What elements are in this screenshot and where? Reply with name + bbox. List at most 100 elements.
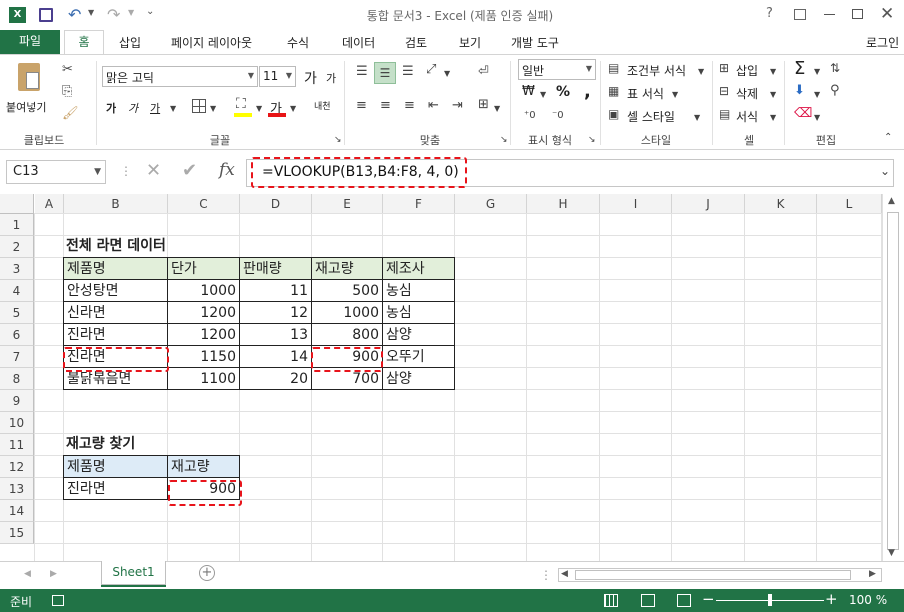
insert-cells-icon[interactable]: ⊞ <box>719 61 729 75</box>
decrease-indent-icon[interactable]: ⇤ <box>428 99 439 113</box>
conditional-format-icon[interactable]: ▤ <box>608 61 619 75</box>
add-sheet-icon[interactable]: + <box>199 565 215 581</box>
table-format-icon[interactable]: ▦ <box>608 84 619 98</box>
table1-cell[interactable]: 1000 <box>311 301 383 324</box>
orientation-dropdown-icon[interactable]: ▼ <box>444 67 450 81</box>
cell-styles-icon[interactable]: ▣ <box>608 107 619 121</box>
align-left-icon[interactable]: ≡ <box>356 99 367 113</box>
cond-dropdown-icon[interactable]: ▼ <box>698 65 704 79</box>
enter-icon[interactable]: ✔ <box>182 160 197 181</box>
table1-cell[interactable]: 11 <box>239 279 312 302</box>
underline-dropdown-icon[interactable]: ▼ <box>170 102 176 116</box>
paste-button[interactable]: 붙여넣기 <box>6 61 50 121</box>
align-center-icon[interactable]: ≡ <box>380 99 391 113</box>
alignment-dialog-launcher-icon[interactable]: ↘ <box>500 133 508 147</box>
italic-button[interactable]: 가 <box>128 100 138 116</box>
fill-icon[interactable]: ⬇ <box>794 84 805 98</box>
table1-cell[interactable]: 13 <box>239 323 312 346</box>
zoom-level[interactable]: 100 % <box>849 593 887 607</box>
table-dropdown-icon[interactable]: ▼ <box>672 88 678 102</box>
fill-color-icon[interactable]: ⛶ <box>236 97 246 111</box>
table1-cell[interactable]: 진라면 <box>63 323 168 346</box>
h-scroll-thumb[interactable] <box>575 570 851 580</box>
expand-formula-icon[interactable]: ⌄ <box>880 164 890 178</box>
currency-button[interactable]: ₩ <box>522 84 535 99</box>
sheet-tab-sheet1[interactable]: Sheet1 <box>101 561 166 585</box>
close-button[interactable]: ✕ <box>880 4 894 24</box>
tab-file[interactable]: 파일 <box>0 30 60 54</box>
scroll-down-icon[interactable]: ▼ <box>888 548 895 558</box>
table1-cell[interactable]: 800 <box>311 323 383 346</box>
bold-button[interactable]: 가 <box>106 100 116 116</box>
table2-header-cell[interactable]: 재고량 <box>167 455 240 478</box>
redo-icon[interactable]: ↷ <box>107 5 120 24</box>
wrap-text-icon[interactable]: ⏎ <box>478 65 489 79</box>
align-middle-icon[interactable]: ☰ <box>374 62 396 84</box>
table1-header-cell[interactable]: 재고량 <box>311 257 383 280</box>
table1-cell[interactable]: 농심 <box>382 279 455 302</box>
format-as-table-button[interactable]: 표 서식 <box>627 85 664 102</box>
decrease-decimal-icon[interactable]: ⁻0 <box>552 109 564 123</box>
undo-dropdown-icon[interactable]: ▼ <box>88 8 94 17</box>
increase-indent-icon[interactable]: ⇥ <box>452 99 463 113</box>
zoom-out-button[interactable]: − <box>702 590 715 608</box>
horizontal-scrollbar[interactable]: ◀ ▶ <box>558 568 882 582</box>
undo-icon[interactable]: ↶ <box>68 5 81 24</box>
table1-header-cell[interactable]: 제조사 <box>382 257 455 280</box>
currency-dropdown-icon[interactable]: ▼ <box>540 88 546 102</box>
help-button[interactable]: ? <box>766 6 773 21</box>
phonetic-button[interactable]: 내천 <box>314 99 331 112</box>
table1-title[interactable]: 전체 라면 데이터 <box>63 235 169 258</box>
table1-cell[interactable]: 삼양 <box>382 367 455 390</box>
worksheet-grid[interactable]: ABCDEFGHIJKL 1 2 3 4 5 6 7 8 9 10 11 12 13 14 15 전체 라면… <box>0 194 904 561</box>
table1-cell[interactable]: 1150 <box>167 345 240 368</box>
sheet-splitter-icon[interactable]: ⋮ <box>540 568 552 582</box>
redo-dropdown-icon[interactable]: ▼ <box>128 8 134 17</box>
tab-view[interactable]: 보기 <box>459 34 481 54</box>
clear-dropdown-icon[interactable]: ▼ <box>814 111 820 125</box>
macro-record-icon[interactable] <box>52 595 64 606</box>
merge-center-icon[interactable]: ⊞ <box>478 98 489 112</box>
percent-button[interactable]: % <box>556 84 570 100</box>
find-select-icon[interactable]: ⚲ <box>830 84 840 98</box>
sign-in-link[interactable]: 로그인 <box>866 34 899 54</box>
minimize-button[interactable] <box>824 14 835 15</box>
collapse-ribbon-icon[interactable]: ⌃ <box>884 131 892 145</box>
table1-header-cell[interactable]: 제품명 <box>63 257 168 280</box>
format-dropdown-icon[interactable]: ▼ <box>770 111 776 125</box>
scroll-up-icon[interactable]: ▲ <box>888 196 895 206</box>
font-name-select[interactable]: 맑은 고딕 ▼ <box>102 66 258 87</box>
zoom-in-button[interactable]: + <box>825 590 838 608</box>
table1-cell[interactable]: 농심 <box>382 301 455 324</box>
delete-cells-icon[interactable]: ⊟ <box>719 84 729 98</box>
font-color-dropdown-icon[interactable]: ▼ <box>290 102 296 116</box>
table1-cell[interactable]: 14 <box>239 345 312 368</box>
table1-cell[interactable]: 신라면 <box>63 301 168 324</box>
tab-page-layout[interactable]: 페이지 레이아웃 <box>171 34 252 54</box>
ribbon-display-icon[interactable] <box>794 9 806 20</box>
borders-icon[interactable] <box>192 99 206 113</box>
table1-cell[interactable]: 1200 <box>167 301 240 324</box>
tab-data[interactable]: 데이터 <box>342 34 375 54</box>
scroll-thumb[interactable] <box>887 212 899 550</box>
grow-font-button[interactable]: 가 <box>304 68 317 88</box>
fill-dropdown-icon[interactable]: ▼ <box>256 102 262 116</box>
merge-dropdown-icon[interactable]: ▼ <box>494 102 500 116</box>
cancel-icon[interactable]: ✕ <box>146 160 161 181</box>
autosum-dropdown-icon[interactable]: ▼ <box>814 65 820 79</box>
comma-button[interactable]: , <box>584 81 591 102</box>
tab-developer[interactable]: 개발 도구 <box>511 34 559 54</box>
table1-cell[interactable]: 500 <box>311 279 383 302</box>
table2-title[interactable]: 재고량 찾기 <box>63 433 138 456</box>
table2-header-cell[interactable]: 제품명 <box>63 455 168 478</box>
scroll-right-icon[interactable]: ▶ <box>869 569 876 579</box>
cut-icon[interactable]: ✂ <box>62 63 73 77</box>
table1-cell[interactable]: 오뚜기 <box>382 345 455 368</box>
vertical-scrollbar[interactable]: ▲ ▼ <box>882 194 904 561</box>
delete-dropdown-icon[interactable]: ▼ <box>770 88 776 102</box>
table1-cell[interactable]: 1000 <box>167 279 240 302</box>
table1-cell[interactable]: 12 <box>239 301 312 324</box>
format-painter-icon[interactable]: 🖌 <box>62 107 79 121</box>
scroll-left-icon[interactable]: ◀ <box>561 569 568 579</box>
table1-cell[interactable]: 1100 <box>167 367 240 390</box>
